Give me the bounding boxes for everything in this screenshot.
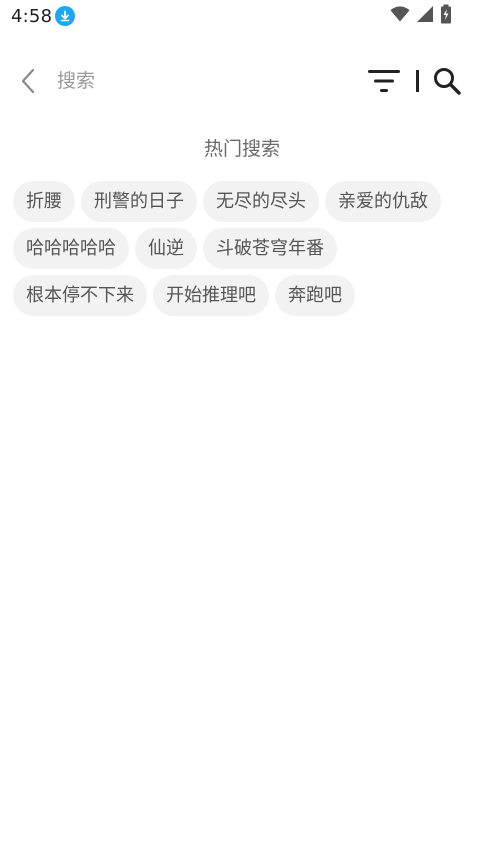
hot-search-tag[interactable]: 开始推理吧 — [153, 275, 269, 316]
hot-search-tags: 折腰 刑警的日子 无尽的尽头 亲爱的仇敌 哈哈哈哈哈 仙逆 斗破苍穹年番 根本停… — [13, 181, 473, 316]
search-input[interactable] — [57, 66, 337, 96]
hot-search-tag[interactable]: 无尽的尽头 — [203, 181, 319, 222]
hot-search-tag[interactable]: 斗破苍穹年番 — [203, 228, 337, 269]
status-time: 4:58 — [11, 6, 53, 27]
hot-search-tag[interactable]: 亲爱的仇敌 — [325, 181, 441, 222]
chevron-left-icon — [21, 68, 35, 94]
hot-search-tag[interactable]: 哈哈哈哈哈 — [13, 228, 129, 269]
search-header — [0, 58, 484, 104]
search-icon — [434, 68, 461, 95]
cellular-signal-icon — [416, 5, 434, 27]
hot-search-tag[interactable]: 折腰 — [13, 181, 75, 222]
filter-button[interactable] — [366, 66, 402, 96]
wifi-icon — [390, 6, 410, 26]
back-button[interactable] — [14, 66, 42, 96]
search-button[interactable] — [430, 64, 464, 98]
download-icon — [55, 6, 75, 26]
status-bar: 4:58 — [0, 0, 484, 32]
hot-search-tag[interactable]: 奔跑吧 — [275, 275, 355, 316]
hot-search-tag[interactable]: 根本停不下来 — [13, 275, 147, 316]
filter-icon — [368, 70, 400, 92]
hot-search-title: 热门搜索 — [203, 138, 280, 160]
battery-charging-icon — [440, 4, 452, 28]
hot-search-tag[interactable]: 刑警的日子 — [81, 181, 197, 222]
toolbar-divider — [416, 70, 419, 92]
hot-search-tag[interactable]: 仙逆 — [135, 228, 197, 269]
status-icons — [390, 4, 452, 28]
